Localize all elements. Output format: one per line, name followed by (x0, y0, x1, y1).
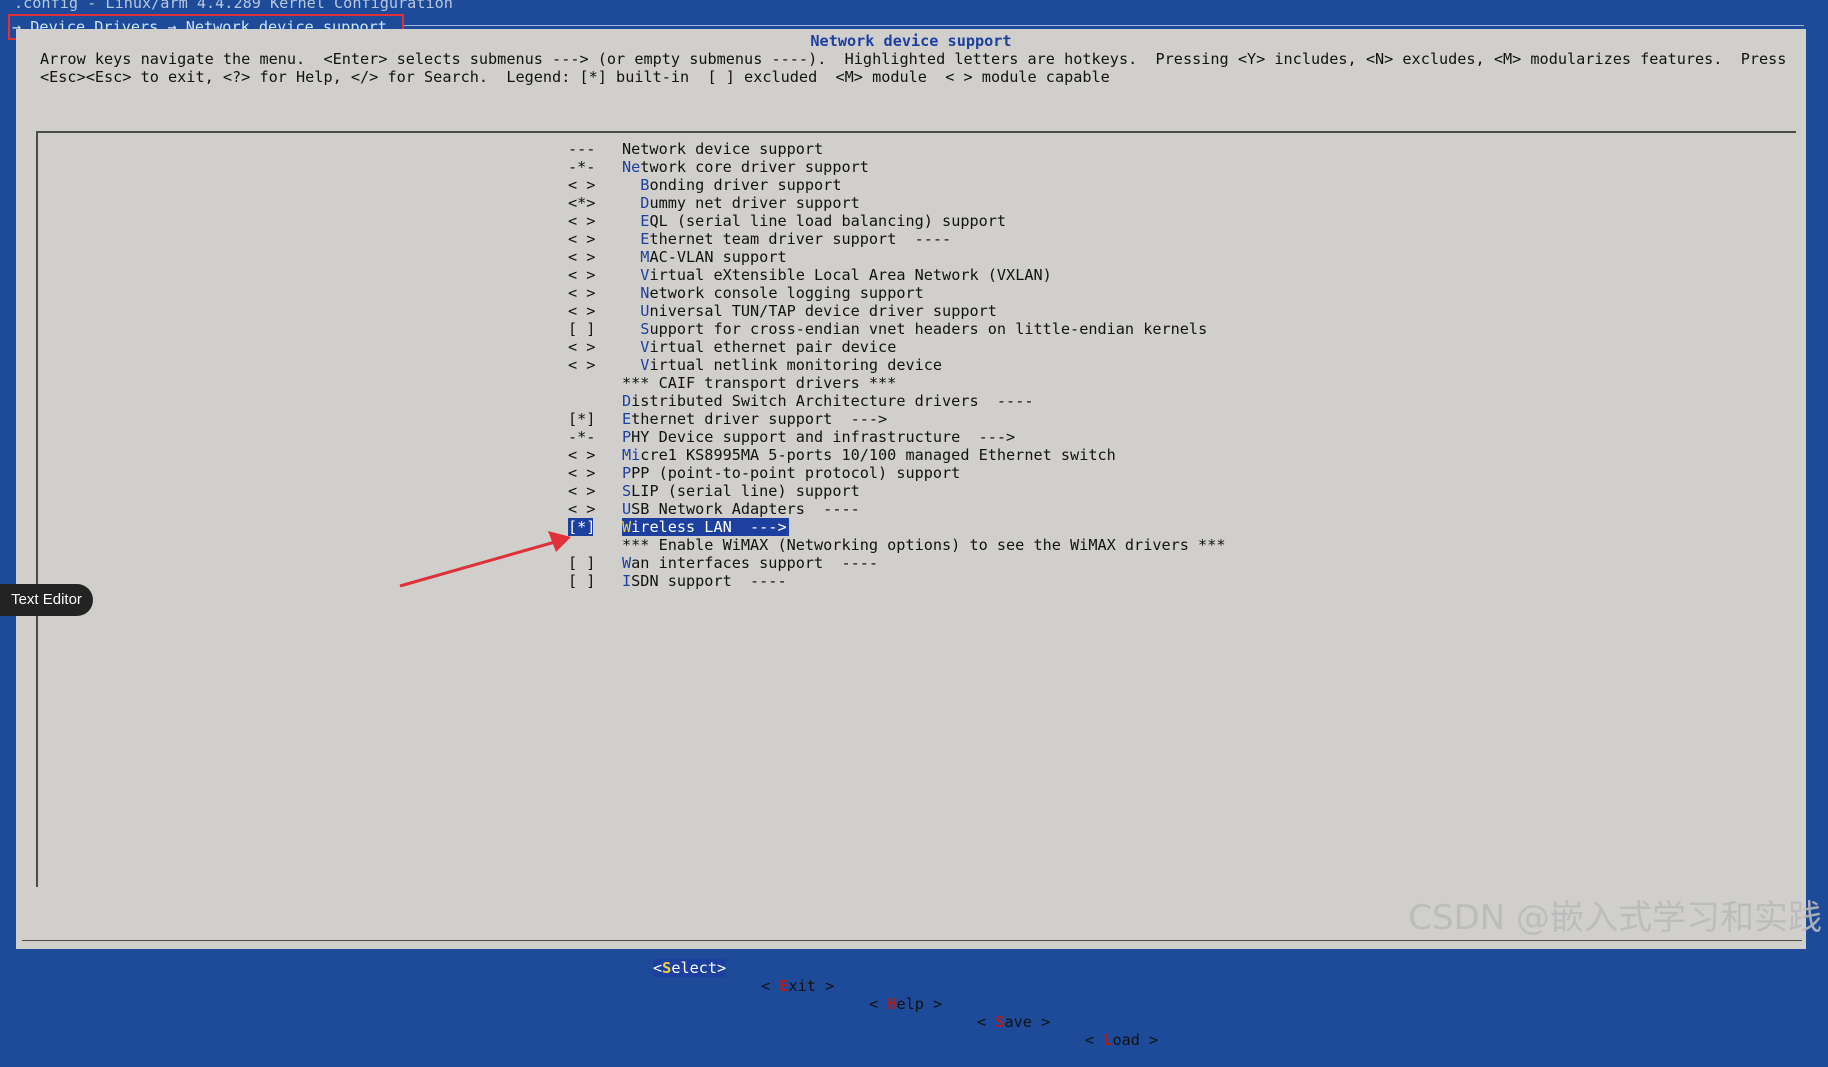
exit-button[interactable]: < Exit > (761, 977, 834, 995)
button-bar: <Select> < Exit > < Help > < Save > < Lo… (16, 941, 1806, 1067)
red-arrow-icon (399, 531, 571, 588)
save-button[interactable]: < Save > (977, 1013, 1050, 1031)
help-button[interactable]: < Help > (869, 995, 942, 1013)
select-button[interactable]: <Select> (653, 959, 727, 977)
load-button[interactable]: < Load > (1085, 1031, 1158, 1049)
watermark: CSDN @嵌入式学习和实践 (1408, 898, 1822, 938)
